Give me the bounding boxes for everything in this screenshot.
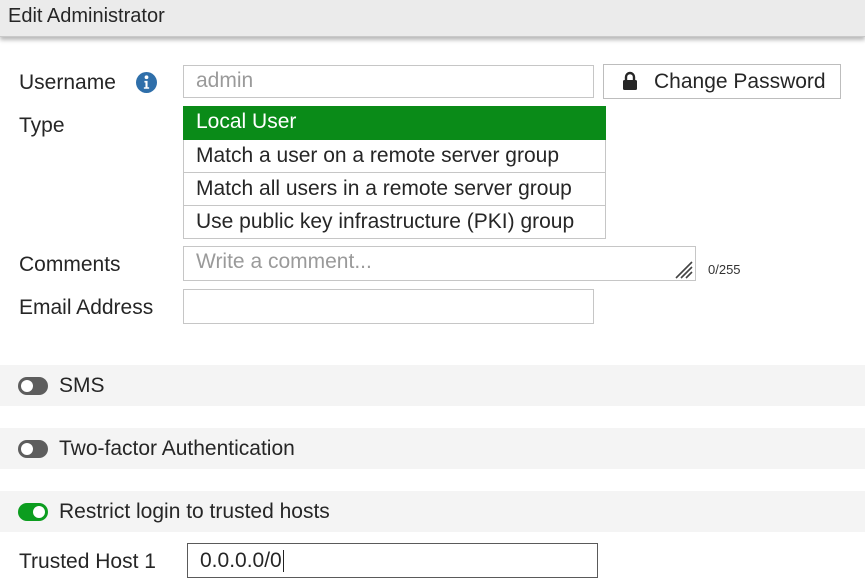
restrict-login-label: Restrict login to trusted hosts xyxy=(59,500,330,523)
text-caret xyxy=(282,550,284,573)
window-titlebar: Edit Administrator xyxy=(0,0,865,37)
two-factor-label: Two-factor Authentication xyxy=(59,437,295,460)
trusted-host-1-label: Trusted Host 1 xyxy=(19,550,156,573)
restrict-login-section: Restrict login to trusted hosts xyxy=(0,491,865,532)
username-label: Username xyxy=(19,71,116,94)
resize-handle-icon[interactable] xyxy=(671,257,693,279)
type-dropdown[interactable]: Local User Match a user on a remote serv… xyxy=(183,106,606,239)
sms-label: SMS xyxy=(59,374,105,397)
toggle-knob xyxy=(21,443,33,455)
type-option-remote-user[interactable]: Match a user on a remote server group xyxy=(183,140,606,173)
change-password-label: Change Password xyxy=(654,70,826,93)
trusted-host-1-input[interactable]: 0.0.0.0/0 xyxy=(187,543,598,578)
sms-toggle[interactable] xyxy=(18,377,48,395)
email-input[interactable] xyxy=(183,289,594,324)
toggle-knob xyxy=(21,380,33,392)
comments-label: Comments xyxy=(19,253,121,276)
toggle-knob xyxy=(33,506,45,518)
type-option-pki-group[interactable]: Use public key infrastructure (PKI) grou… xyxy=(183,206,606,239)
restrict-login-toggle[interactable] xyxy=(18,503,48,521)
two-factor-section: Two-factor Authentication xyxy=(0,428,865,469)
email-label: Email Address xyxy=(19,296,154,319)
change-password-button[interactable]: Change Password xyxy=(603,64,841,99)
lock-icon xyxy=(623,71,637,90)
username-input[interactable]: admin xyxy=(183,65,594,98)
comments-placeholder: Write a comment... xyxy=(196,250,372,273)
two-factor-toggle[interactable] xyxy=(18,440,48,458)
comments-textarea[interactable]: Write a comment... xyxy=(183,246,696,281)
info-circle-icon[interactable] xyxy=(136,72,157,93)
window-title: Edit Administrator xyxy=(8,5,165,27)
sms-section: SMS xyxy=(0,365,865,406)
type-label: Type xyxy=(19,114,65,137)
comment-char-counter: 0/255 xyxy=(708,262,741,277)
type-option-local-user[interactable]: Local User xyxy=(183,106,606,140)
type-option-remote-group[interactable]: Match all users in a remote server group xyxy=(183,173,606,206)
trusted-host-1-value: 0.0.0.0/0 xyxy=(200,549,282,572)
